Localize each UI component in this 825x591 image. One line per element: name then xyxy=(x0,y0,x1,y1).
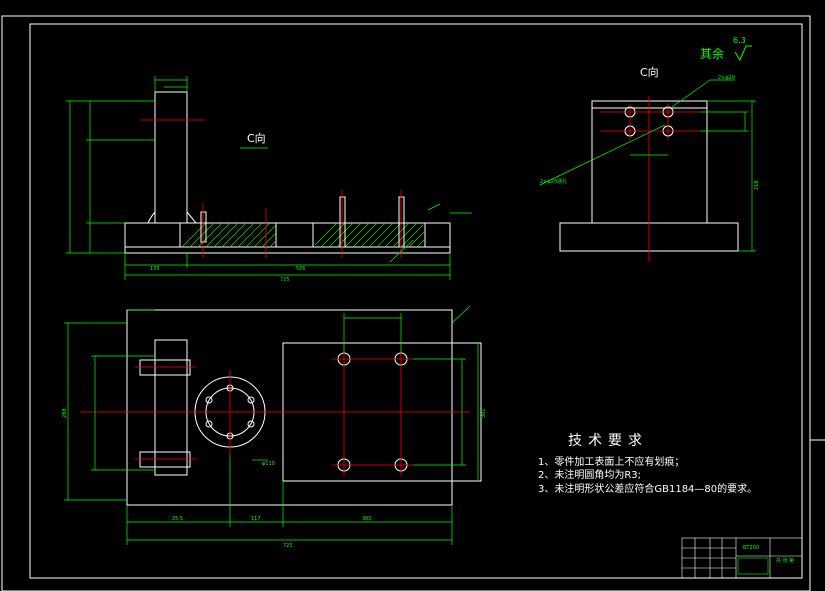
technical-requirement-item: 2、未注明圆角均为R3; xyxy=(538,470,642,481)
front-holes xyxy=(200,196,405,248)
plan-leader xyxy=(451,305,471,324)
dim-plan-right-text: 300 xyxy=(362,516,372,522)
plan-view xyxy=(126,309,482,506)
title-block-code: BT200 xyxy=(743,545,759,551)
front-hole-3 xyxy=(398,196,405,248)
front-hatch-right-region xyxy=(312,222,426,248)
front-dimensions xyxy=(66,76,472,280)
side-callout-text-1: 2×φ20 xyxy=(718,75,735,81)
cad-drawing-canvas: C向 725 135 506 C向 218 2×φ20 2×φ20通孔 其余 6… xyxy=(1,15,825,591)
leader-2 xyxy=(389,239,414,263)
side-view-label: C向 xyxy=(640,65,659,79)
plan-centerlines xyxy=(80,348,470,476)
side-upright xyxy=(591,100,708,224)
leader-1 xyxy=(427,203,441,211)
dim-plan-overall-text: 725 xyxy=(283,543,293,549)
dim-side-height-text: 218 xyxy=(754,180,760,190)
dim-front-mid-text: 506 xyxy=(296,266,306,272)
roughness-triangle-icon xyxy=(734,45,752,62)
dim-plan-height-right-text: 301 xyxy=(481,408,487,418)
front-hatch-left-lines xyxy=(181,222,277,248)
dim-plan-height-left-text: 288 xyxy=(62,408,68,418)
dim-front-overall-text: 725 xyxy=(280,277,290,283)
plan-dimensions xyxy=(64,305,479,545)
front-view-label: C向 xyxy=(247,131,266,145)
dim-plan-mid-text: 117 xyxy=(251,516,261,522)
dim-front-left-text: 135 xyxy=(150,266,160,272)
front-centerlines xyxy=(140,119,402,258)
dim-plan-left-text: 25.5 xyxy=(172,516,183,522)
side-leader-2 xyxy=(671,79,711,108)
side-callout-text-2: 2×φ20通孔 xyxy=(540,178,567,185)
side-dimensions xyxy=(539,79,756,252)
dim-bolt-circle-text: φ110 xyxy=(262,461,275,467)
title-block-accent xyxy=(737,557,769,575)
front-hatch-right-lines xyxy=(314,222,426,248)
title-block-sheet: 共 张 第 xyxy=(776,557,794,564)
technical-requirement-item: 3、未注明形状公差应符合GB1184—80的要求。 xyxy=(538,484,758,495)
front-column xyxy=(154,91,188,224)
front-hatch xyxy=(179,222,426,248)
plan-slot-bottom xyxy=(139,451,191,468)
plan-base xyxy=(126,309,453,506)
surface-finish-value: 6.3 xyxy=(733,36,746,45)
surface-finish-symbol: 其余 6.3 xyxy=(700,36,752,62)
technical-requirements-title: 技术要求 xyxy=(568,433,648,449)
surface-finish-label: 其余 xyxy=(700,46,724,61)
side-centerlines xyxy=(600,96,700,262)
plan-slot-top xyxy=(139,359,191,376)
